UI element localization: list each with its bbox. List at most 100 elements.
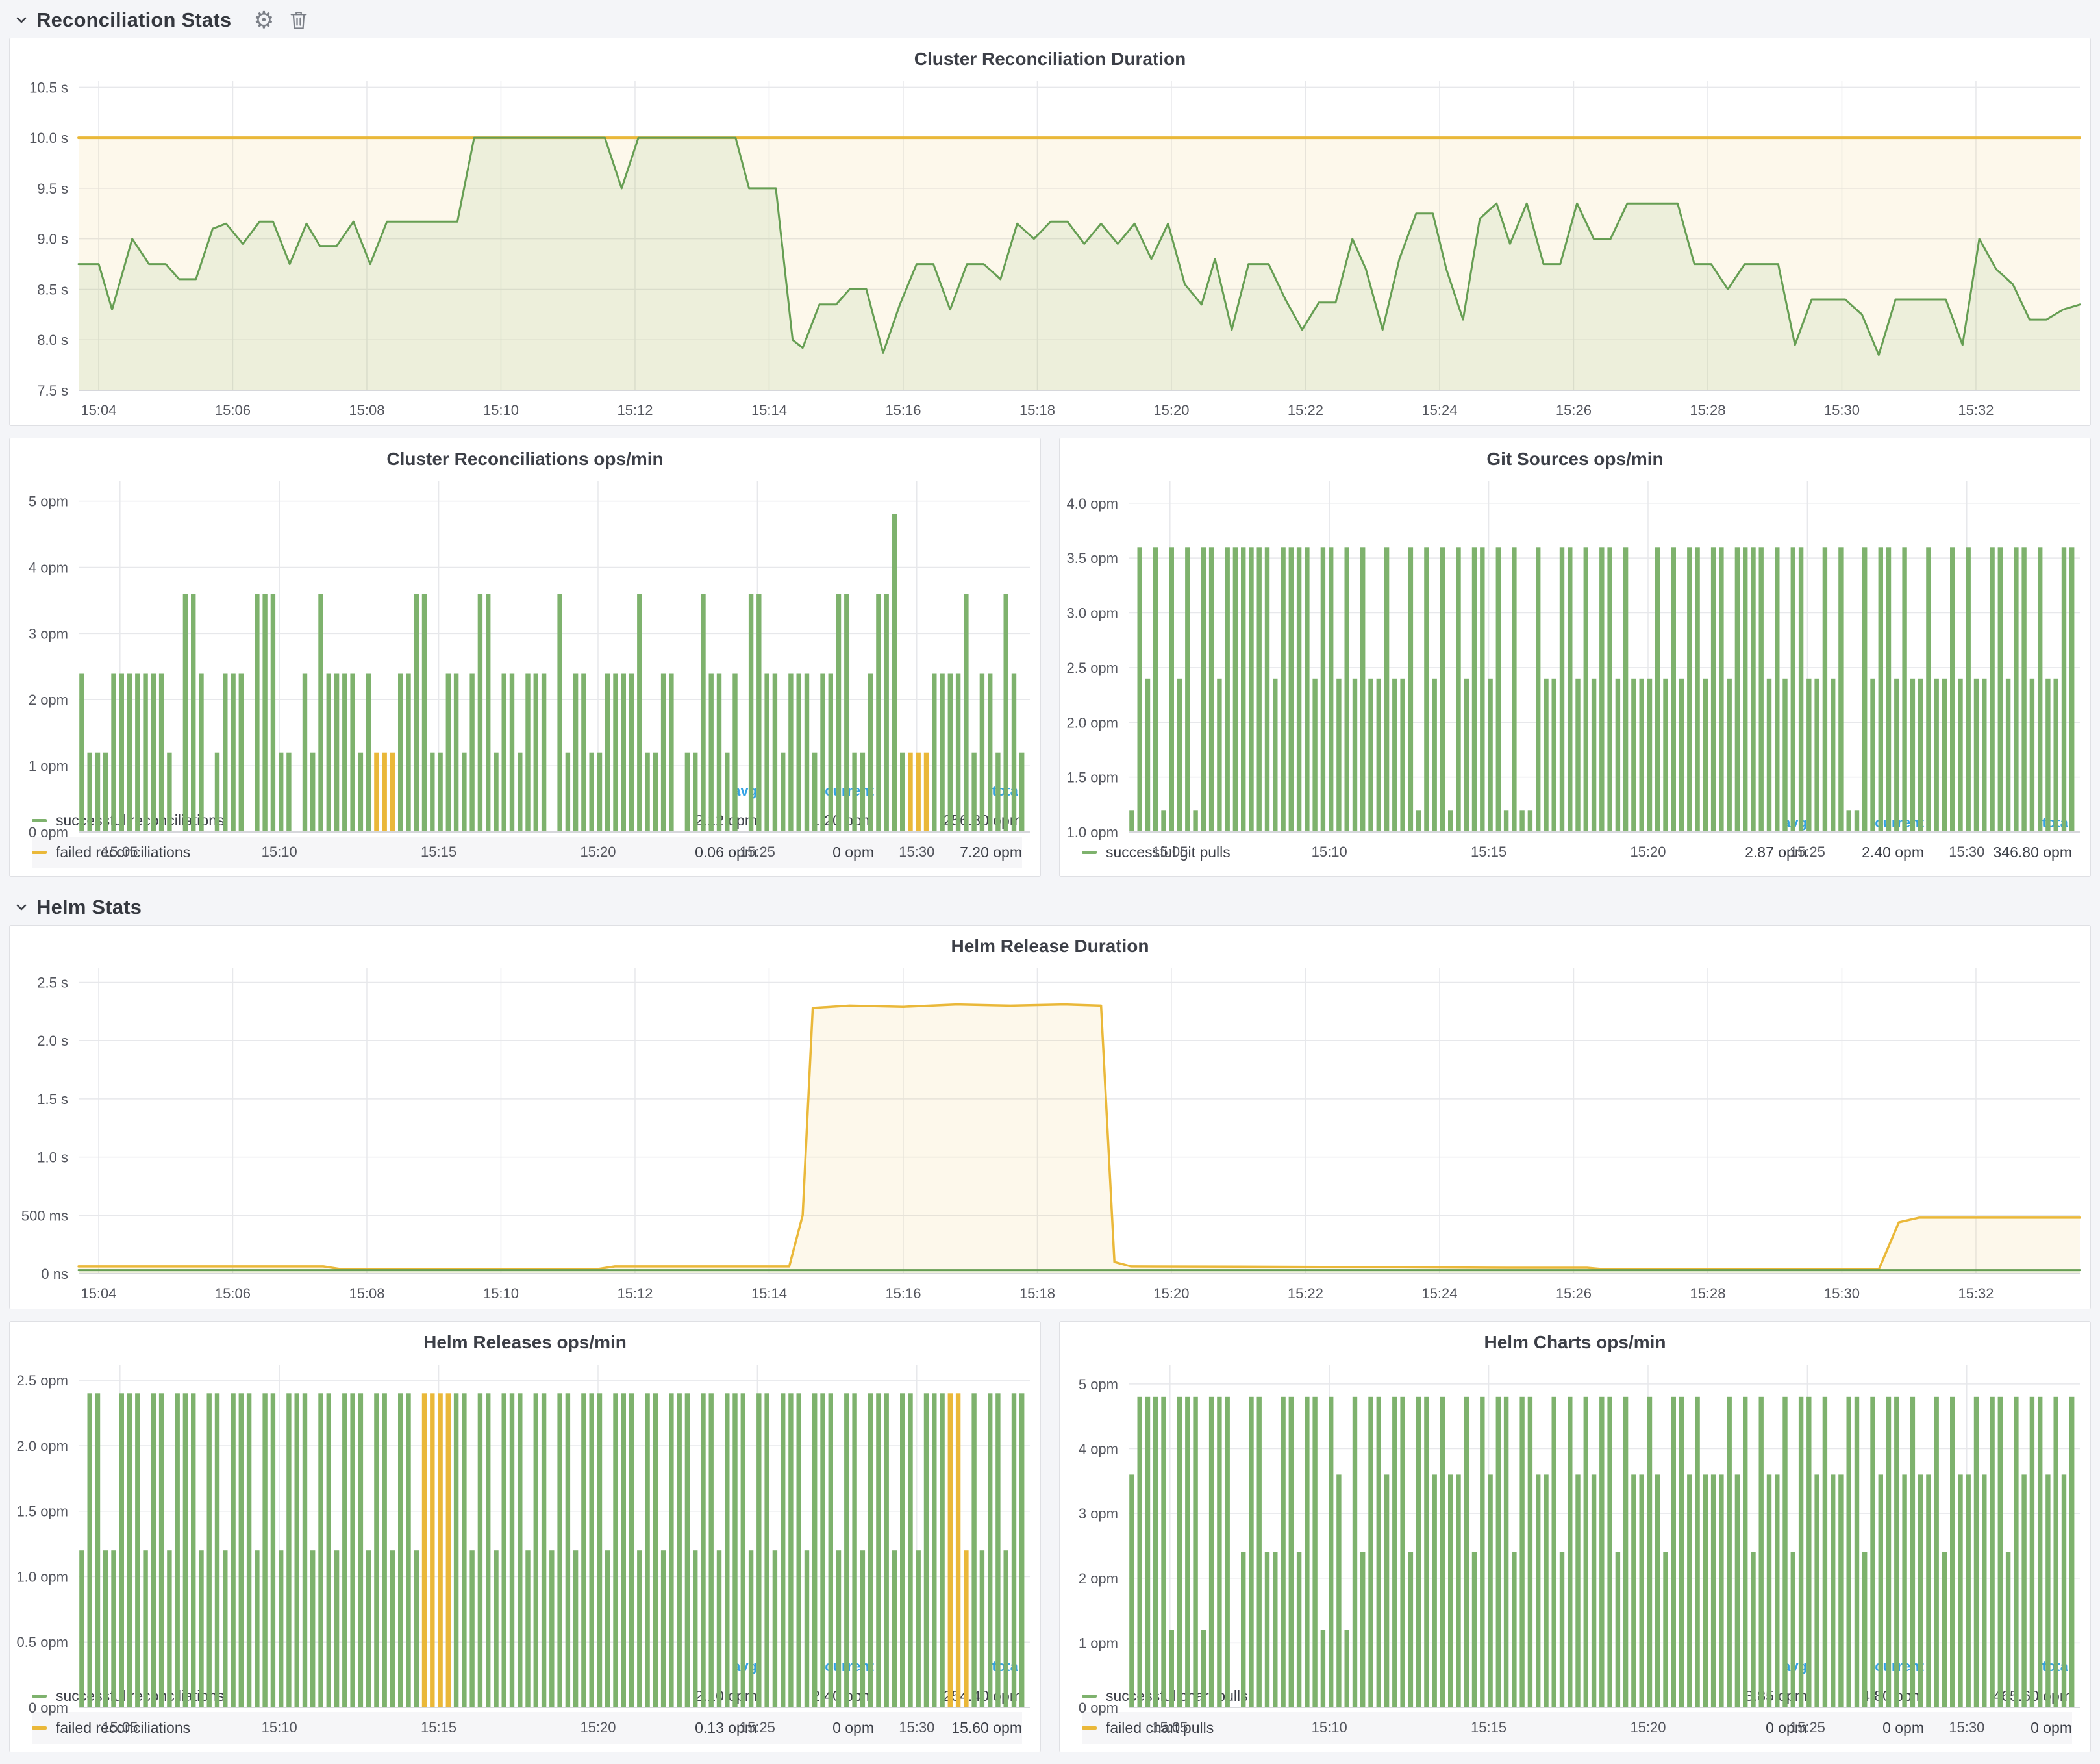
dashboard: Reconciliation Stats ⚙ Cluster Reconcili… (0, 0, 2100, 1752)
svg-text:15:10: 15:10 (1312, 844, 1347, 860)
svg-text:15:14: 15:14 (751, 402, 787, 418)
svg-text:15:05: 15:05 (102, 1719, 138, 1735)
svg-text:2.0 s: 2.0 s (37, 1033, 68, 1049)
panel-cluster-reconciliations-opm: Cluster Reconciliations ops/min 0 opm 1 o… (9, 438, 1041, 877)
svg-text:15:08: 15:08 (349, 1285, 384, 1302)
svg-text:0 opm: 0 opm (29, 1700, 68, 1716)
section-reconciliation-stats: Reconciliation Stats ⚙ (9, 3, 2091, 38)
section-helm-stats: Helm Stats (9, 890, 2091, 925)
chart-canvas: 0 ns500 ms1.0 s1.5 s2.0 s2.5 s15:0415:06… (10, 959, 2090, 1309)
svg-text:2.5 s: 2.5 s (37, 975, 68, 991)
svg-text:15:20: 15:20 (1153, 402, 1189, 418)
chart-canvas: 1.0 opm1.5 opm2.0 opm2.5 opm3.0 opm3.5 o… (1060, 472, 2090, 867)
svg-text:15:14: 15:14 (751, 1285, 787, 1302)
svg-text:1.5 s: 1.5 s (37, 1091, 68, 1107)
svg-text:15:08: 15:08 (349, 402, 384, 418)
svg-text:15:05: 15:05 (102, 844, 138, 860)
svg-text:15:04: 15:04 (81, 1285, 116, 1302)
section-title[interactable]: Helm Stats (36, 896, 142, 919)
svg-text:15:24: 15:24 (1421, 402, 1457, 418)
svg-text:1 opm: 1 opm (1079, 1635, 1118, 1651)
chart-canvas: 0 opm1 opm2 opm3 opm4 opm5 opm15:0515:10… (10, 472, 1040, 867)
panel-title[interactable]: Helm Release Duration (10, 926, 2090, 959)
svg-text:5 opm: 5 opm (29, 494, 68, 510)
chart-canvas: 0 opm 1 opm 2 opm 3 opm 4 opm 5 opm 15:05 15:10… (1060, 1355, 2090, 1743)
svg-text:5 opm: 5 opm (1079, 1376, 1118, 1392)
svg-text:1 opm: 1 opm (29, 758, 68, 774)
svg-text:15:30: 15:30 (899, 844, 934, 860)
panel-title[interactable]: Cluster Reconciliations ops/min (10, 438, 1040, 472)
svg-text:15:24: 15:24 (1421, 1285, 1457, 1302)
panel-title[interactable]: Git Sources ops/min (1060, 438, 2090, 472)
svg-text:15:10: 15:10 (262, 844, 297, 860)
svg-text:0.5 opm: 0.5 opm (17, 1634, 69, 1650)
svg-text:10.0 s: 10.0 s (29, 130, 68, 146)
svg-text:15:10: 15:10 (483, 1285, 519, 1302)
svg-text:1.5 opm: 1.5 opm (17, 1504, 69, 1520)
svg-text:3.5 opm: 3.5 opm (1067, 550, 1119, 566)
svg-text:1.0 opm: 1.0 opm (1067, 824, 1119, 840)
svg-text:1.0 s: 1.0 s (37, 1150, 68, 1166)
svg-text:15:25: 15:25 (1790, 1719, 1825, 1735)
chart-cluster-reconciliation-duration[interactable]: 7.5 s8.0 s8.5 s9.0 s9.5 s10.0 s10.5 s15:… (10, 72, 2090, 425)
chevron-down-icon[interactable] (12, 898, 31, 917)
svg-text:9.5 s: 9.5 s (37, 181, 68, 197)
svg-text:2 opm: 2 opm (29, 692, 68, 708)
chart-helm-release-duration[interactable]: 0 ns500 ms1.0 s1.5 s2.0 s2.5 s15:0415:06… (10, 959, 2090, 1309)
svg-text:2.0 opm: 2.0 opm (1067, 714, 1119, 731)
svg-text:3.0 opm: 3.0 opm (1067, 605, 1119, 622)
chart-canvas: 7.5 s8.0 s8.5 s9.0 s9.5 s10.0 s10.5 s15:… (10, 72, 2090, 425)
svg-text:2.0 opm: 2.0 opm (17, 1438, 69, 1454)
chevron-down-icon[interactable] (12, 10, 31, 30)
svg-text:15:22: 15:22 (1288, 402, 1323, 418)
svg-text:15:26: 15:26 (1556, 1285, 1592, 1302)
svg-text:15:20: 15:20 (1630, 844, 1666, 860)
panel-row-reconciliation: Cluster Reconciliations ops/min 0 opm 1 o… (9, 438, 2091, 877)
svg-text:10.5 s: 10.5 s (29, 79, 68, 95)
svg-text:15:30: 15:30 (1949, 844, 1984, 860)
svg-text:15:20: 15:20 (1630, 1719, 1666, 1735)
svg-text:15:15: 15:15 (421, 1719, 456, 1735)
svg-text:8.5 s: 8.5 s (37, 281, 68, 297)
svg-text:15:28: 15:28 (1690, 402, 1725, 418)
svg-text:15:12: 15:12 (617, 1285, 653, 1302)
panel-helm-releases-opm: Helm Releases ops/min 0 opm0.5 opm1.0 op… (9, 1321, 1041, 1752)
panel-title[interactable]: Helm Charts ops/min (1060, 1322, 2090, 1355)
svg-text:1.5 opm: 1.5 opm (1067, 770, 1119, 786)
svg-text:15:30: 15:30 (1824, 402, 1860, 418)
svg-text:4 opm: 4 opm (1079, 1441, 1118, 1457)
panel-helm-charts-opm: Helm Charts ops/min 0 opm 1 opm 2 opm 3 opm… (1059, 1321, 2091, 1752)
svg-text:0 opm: 0 opm (29, 824, 68, 840)
trash-icon[interactable] (289, 9, 308, 31)
chart-git-sources-opm[interactable]: 1.0 opm1.5 opm2.0 opm2.5 opm3.0 opm3.5 o… (1060, 472, 2090, 808)
svg-text:15:20: 15:20 (1153, 1285, 1189, 1302)
panel-title[interactable]: Cluster Reconciliation Duration (10, 38, 2090, 72)
svg-text:15:18: 15:18 (1019, 402, 1055, 418)
svg-text:2 opm: 2 opm (1079, 1570, 1118, 1587)
svg-text:15:10: 15:10 (1312, 1719, 1347, 1735)
svg-text:15:04: 15:04 (81, 402, 116, 418)
svg-text:0 ns: 0 ns (41, 1266, 68, 1282)
svg-text:3 opm: 3 opm (1079, 1506, 1118, 1522)
svg-text:15:06: 15:06 (215, 402, 251, 418)
svg-text:15:10: 15:10 (262, 1719, 297, 1735)
svg-text:500 ms: 500 ms (21, 1207, 68, 1224)
chart-cluster-reconciliations-opm[interactable]: 0 opm1 opm2 opm3 opm4 opm5 opm15:0515:10… (10, 472, 1040, 776)
svg-text:15:25: 15:25 (1790, 844, 1825, 860)
svg-text:15:28: 15:28 (1690, 1285, 1725, 1302)
gear-icon[interactable]: ⚙ (253, 8, 274, 32)
svg-text:15:25: 15:25 (740, 1719, 775, 1735)
svg-text:15:30: 15:30 (1949, 1719, 1984, 1735)
section-title[interactable]: Reconciliation Stats (36, 8, 231, 32)
svg-text:15:05: 15:05 (1152, 1719, 1188, 1735)
chart-canvas: 0 opm0.5 opm1.0 opm1.5 opm2.0 opm2.5 opm… (10, 1355, 1040, 1743)
svg-text:2.5 opm: 2.5 opm (17, 1372, 69, 1389)
chart-helm-charts-opm[interactable]: 0 opm1 opm2 opm3 opm4 opm5 opm15:0515:10… (1060, 1355, 2090, 1652)
panel-title[interactable]: Helm Releases ops/min (10, 1322, 1040, 1355)
svg-text:15:32: 15:32 (1958, 402, 1994, 418)
svg-text:15:15: 15:15 (421, 844, 456, 860)
chart-helm-releases-opm[interactable]: 0 opm0.5 opm1.0 opm1.5 opm2.0 opm2.5 opm… (10, 1355, 1040, 1652)
svg-text:8.0 s: 8.0 s (37, 332, 68, 348)
svg-text:0 opm: 0 opm (1079, 1700, 1118, 1716)
svg-text:15:30: 15:30 (1824, 1285, 1860, 1302)
